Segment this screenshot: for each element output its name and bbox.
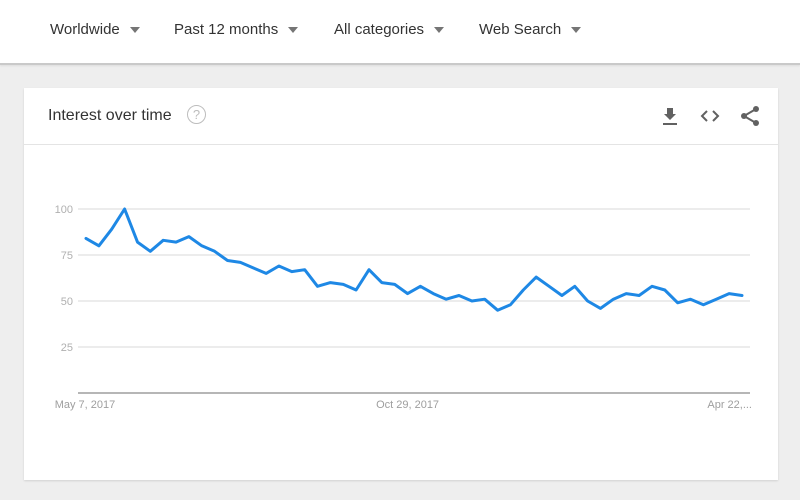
x-tick-label: May 7, 2017	[55, 399, 116, 411]
y-tick-label: 25	[61, 342, 73, 354]
y-tick-label: 75	[61, 250, 73, 262]
interest-line-chart: 25 50 75 100 May 7, 2017 Oct 29, 2017 Apr 22,…	[55, 204, 752, 411]
interest-series-line	[84, 207, 744, 312]
y-tick-label: 100	[55, 204, 73, 216]
x-tick-label: Oct 29, 2017	[376, 399, 439, 411]
y-tick-label: 50	[61, 296, 73, 308]
x-tick-label: Apr 22,...	[707, 399, 752, 411]
